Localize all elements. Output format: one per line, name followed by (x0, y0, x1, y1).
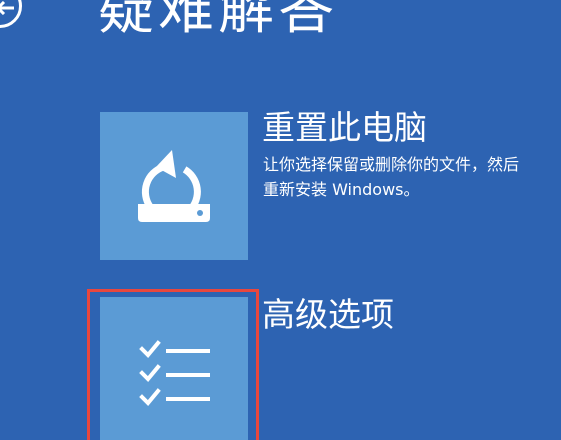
checklist-icon (139, 340, 210, 406)
reset-pc-title: 重置此电脑 (262, 108, 427, 147)
reset-pc-option[interactable]: 重置此电脑 让你选择保留或删除你的文件，然后 重新安装 Windows。 (100, 108, 561, 262)
reset-pc-tile[interactable] (100, 112, 248, 260)
back-button[interactable] (0, 0, 22, 28)
reset-pc-icon (138, 150, 210, 222)
back-arrow-icon (0, 1, 14, 15)
advanced-options-option[interactable]: 高级选项 (100, 295, 561, 440)
reset-pc-description: 让你选择保留或删除你的文件，然后 重新安装 Windows。 (263, 155, 520, 199)
advanced-options-title: 高级选项 (262, 295, 394, 334)
advanced-options-tile[interactable] (100, 297, 248, 440)
page-title: 疑难解答 (98, 0, 338, 42)
